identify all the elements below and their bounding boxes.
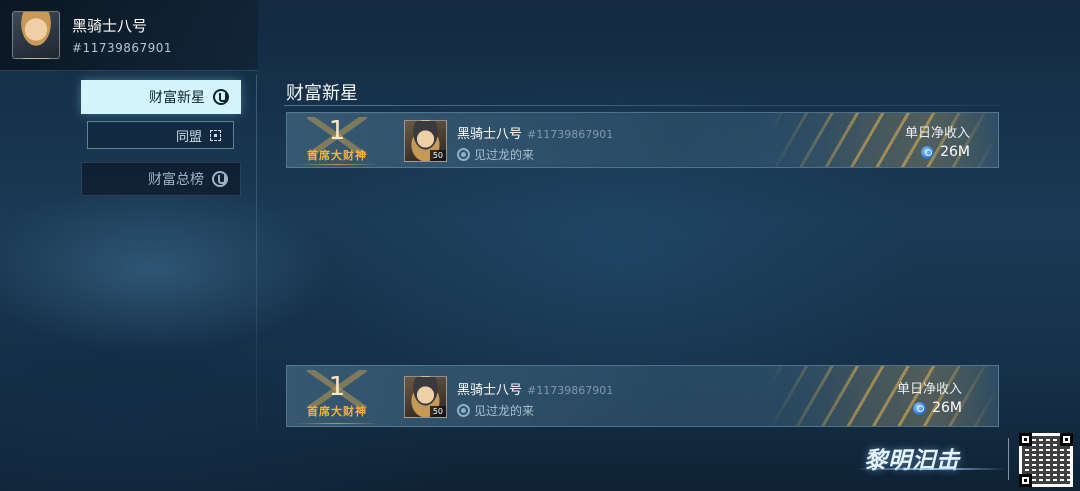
player-id: #11739867901 [72,41,173,55]
rank-badge: 1 首席大财神 [287,366,387,426]
member-info: 黑骑士八号 #11739867901 见过龙的来 [457,123,613,163]
coin-icon [212,171,228,187]
qr-finder [1019,433,1032,446]
title-divider [284,105,1000,106]
tab-label: 财富总榜 [148,172,204,188]
alliance-name: 见过龙的来 [474,148,535,162]
page-title: 财富新星 [286,83,358,104]
rank-number: 1 [328,116,346,146]
tab-wealth-rising-star[interactable]: 财富新星 [81,80,241,114]
alliance-name: 见过龙的来 [474,404,535,418]
stat-value: 26M [940,144,970,160]
coin-icon [213,89,229,105]
member-name: 黑骑士八号 [457,383,523,398]
member-id: #11739867901 [527,128,614,141]
level-badge: 50 [429,150,446,161]
player-name: 黑骑士八号 [72,17,148,35]
member-avatar[interactable]: 50 [404,376,447,418]
income-stat: 单日净收入 26M [897,378,962,416]
leaderboard-row[interactable]: 1 首席大财神 50 黑骑士八号 #11739867901 见过龙的来 单日净收… [286,112,999,168]
rank-badge: 1 首席大财神 [287,113,387,167]
credit-coin-icon [913,401,927,415]
brand-divider [1008,438,1009,480]
alliance-emblem-icon [457,404,470,417]
member-id: #11739867901 [527,384,614,397]
qr-finder [1019,474,1032,487]
stat-label: 单日净收入 [904,126,970,141]
subtab-alliance[interactable]: 同盟 [87,121,234,149]
tab-wealth-overall[interactable]: 财富总榜 [81,162,241,196]
tab-label: 财富新星 [149,90,205,106]
member-avatar[interactable]: 50 [404,120,447,162]
stat-value: 26M [932,400,962,416]
gold-stripes-decoration [768,366,998,426]
member-name: 黑骑士八号 [457,127,523,142]
subtab-label: 同盟 [175,129,202,145]
income-stat: 单日净收入 26M [905,122,970,160]
sidebar-divider [256,75,257,430]
stat-label: 单日净收入 [896,382,962,397]
rank-underline [295,164,380,165]
alliance-emblem-icon [457,148,470,161]
qr-code [1019,433,1073,487]
credit-coin-icon [921,145,935,159]
player-avatar[interactable] [12,11,60,59]
rank-number: 1 [328,372,346,402]
player-info: 黑骑士八号 #11739867901 [72,15,172,55]
rank-title: 首席大财神 [307,405,367,418]
level-badge: 50 [429,406,446,417]
logo-swoosh [856,468,1006,470]
rank-underline [295,423,380,424]
member-info: 黑骑士八号 #11739867901 见过龙的来 [457,379,613,419]
my-rank-row[interactable]: 1 首席大财神 50 黑骑士八号 #11739867901 见过龙的来 单日净收… [286,365,999,427]
qr-finder [1060,433,1073,446]
rank-title: 首席大财神 [307,149,367,162]
player-profile-header: 黑骑士八号 #11739867901 [0,0,258,71]
focus-icon [210,129,221,141]
